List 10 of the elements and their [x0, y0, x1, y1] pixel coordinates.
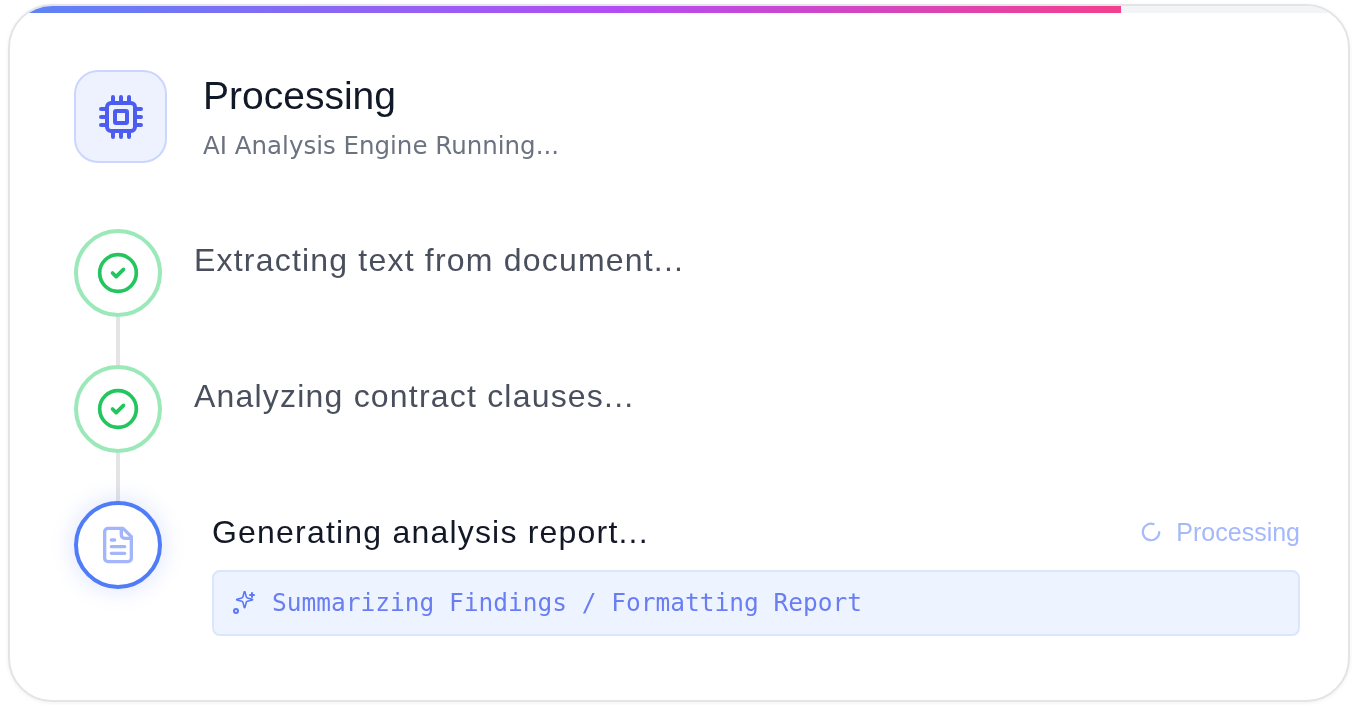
- step-label: Extracting text from document...: [194, 241, 685, 280]
- sparkle-icon: [232, 591, 256, 615]
- step-label: Generating analysis report...: [212, 513, 649, 552]
- step-label: Analyzing contract clauses...: [194, 377, 635, 416]
- panel-subtitle: AI Analysis Engine Running...: [203, 131, 559, 161]
- spinner-icon: [1140, 521, 1163, 543]
- detail-text: Summarizing Findings / Formatting Report: [272, 588, 862, 618]
- status-label: Processing: [1176, 517, 1300, 547]
- panel-title: Processing: [203, 73, 397, 119]
- chip-icon: [74, 70, 167, 163]
